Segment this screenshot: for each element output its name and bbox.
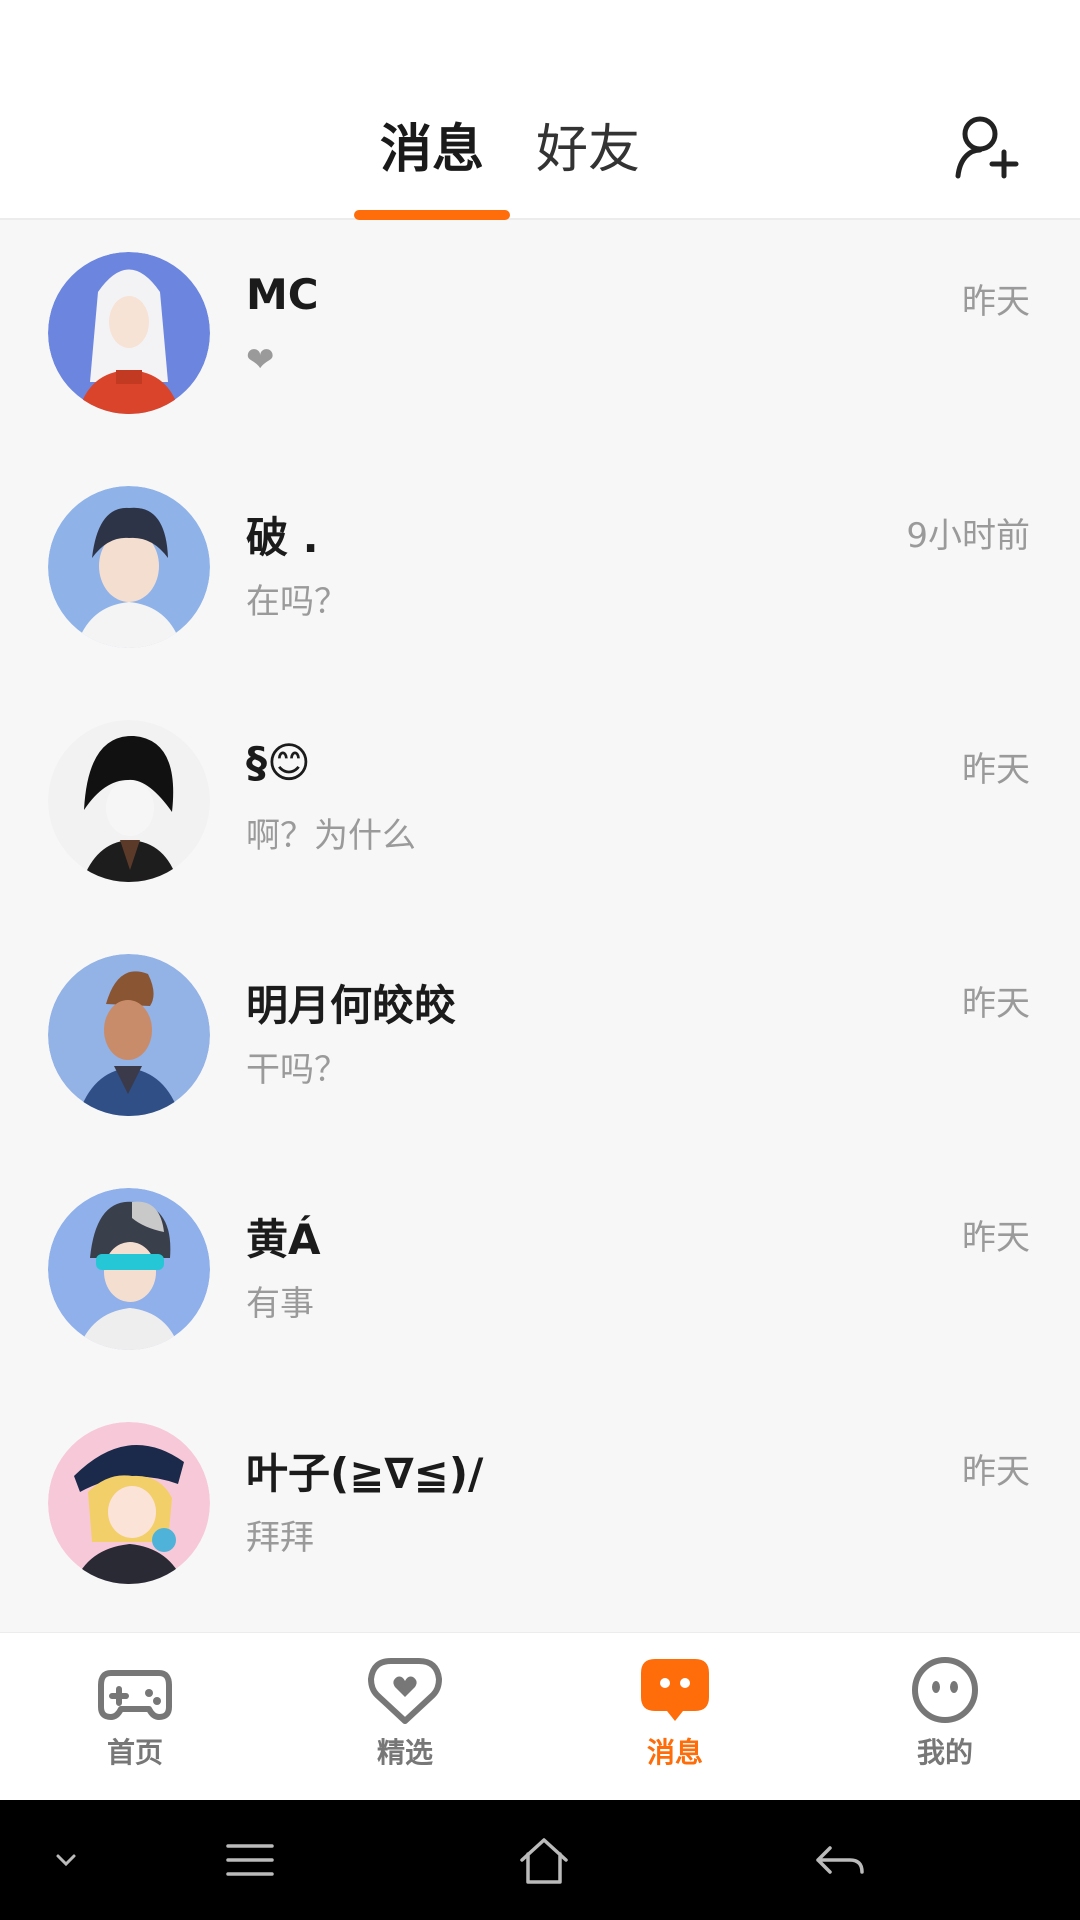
last-message: 在吗？ [246,582,348,622]
avatar[interactable] [48,486,210,648]
last-message: 拜拜 [246,1518,314,1558]
avatar[interactable] [48,252,210,414]
conversation-item[interactable]: 叶子(≧∇≦)/ 拜拜 昨天 [0,1392,1080,1626]
contact-name: MC [246,270,319,319]
top-header: 消息 好友 [0,0,1080,220]
conversation-item[interactable]: §😊 啊？为什么 昨天 [0,690,1080,924]
conversation-item[interactable]: MC ❤ 昨天 [0,222,1080,456]
heart-badge-icon [368,1658,442,1724]
last-message: 干吗？ [246,1050,348,1090]
message-time: 昨天 [962,1452,1030,1492]
message-time: 昨天 [962,750,1030,790]
tab-friends[interactable]: 好友 [536,110,640,190]
message-time: 昨天 [962,282,1030,322]
bottom-navigation: 首页 精选 消息 我的 [0,1632,1080,1800]
add-person-icon[interactable] [952,112,1022,182]
nav-home-label: 首页 [106,1736,163,1769]
contact-name: 黄Á [246,1215,321,1264]
last-message: 啊？为什么 [246,816,416,856]
message-time: 昨天 [962,984,1030,1024]
message-time: 昨天 [962,1218,1030,1258]
gamepad-icon [98,1670,172,1720]
contact-name: 明月何皎皎 [246,981,457,1030]
active-tab-indicator [353,210,510,220]
home-icon[interactable] [514,1830,574,1890]
nav-featured-label: 精选 [376,1736,433,1769]
avatar[interactable] [48,720,210,882]
tab-messages[interactable]: 消息 [353,110,510,220]
nav-mine[interactable]: 我的 [810,1633,1080,1800]
menu-icon[interactable] [220,1830,280,1890]
avatar[interactable] [48,1422,210,1584]
contact-name: 叶子(≧∇≦)/ [246,1449,484,1498]
system-navigation-bar [0,1800,1080,1920]
chevron-down-icon[interactable] [36,1830,96,1890]
conversation-list: MC ❤ 昨天 破 . 在吗？ 9小时前 §😊 啊？为什么 昨天 明月何皎皎 干… [0,222,1080,1626]
conversation-item[interactable]: 明月何皎皎 干吗？ 昨天 [0,924,1080,1158]
last-message: 有事 [246,1284,314,1324]
conversation-item[interactable]: 黄Á 有事 昨天 [0,1158,1080,1392]
tab-friends-label: 好友 [536,120,641,180]
last-message: ❤ [246,340,275,380]
nav-messages[interactable]: 消息 [540,1633,810,1800]
face-icon [912,1657,978,1723]
contact-name: §😊 [246,738,311,787]
avatar[interactable] [48,954,210,1116]
chat-bubble-icon [641,1659,709,1721]
nav-mine-label: 我的 [916,1736,973,1769]
message-time: 9小时前 [906,516,1030,556]
nav-messages-label: 消息 [646,1736,703,1769]
back-icon[interactable] [810,1830,870,1890]
nav-home[interactable]: 首页 [0,1633,270,1800]
conversation-item[interactable]: 破 . 在吗？ 9小时前 [0,456,1080,690]
avatar[interactable] [48,1188,210,1350]
tab-bar: 消息 好友 [0,110,1050,220]
nav-featured[interactable]: 精选 [270,1633,540,1800]
contact-name: 破 . [246,513,319,562]
tab-messages-label: 消息 [379,120,484,180]
